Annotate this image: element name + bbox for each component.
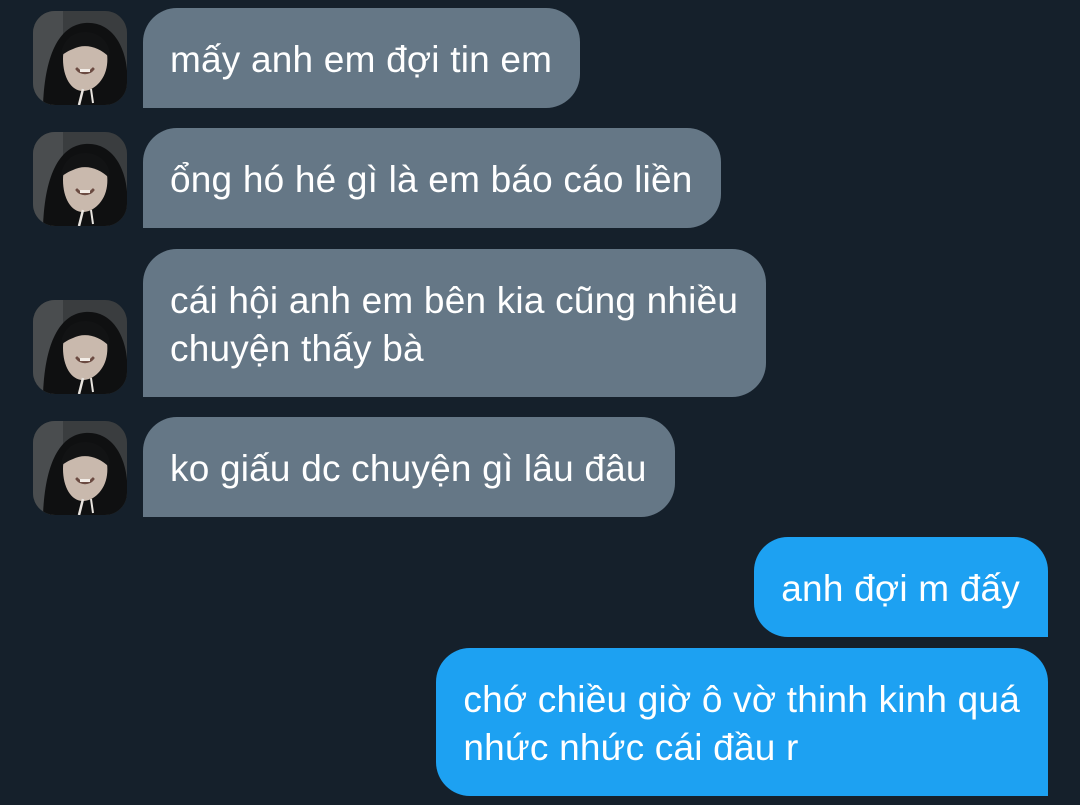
- sender-avatar[interactable]: [33, 11, 127, 105]
- outgoing-message[interactable]: chớ chiều giờ ô vờ thinh kinh quá nhức n…: [436, 648, 1048, 796]
- sender-avatar[interactable]: [33, 421, 127, 515]
- message-thread: mấy anh em đợi tin em ổng hó hé gì là em…: [0, 0, 1080, 805]
- avatar-photo-icon: [33, 300, 127, 394]
- avatar-photo-icon: [33, 132, 127, 226]
- incoming-message[interactable]: ổng hó hé gì là em báo cáo liền: [143, 128, 721, 228]
- message-text: anh đợi m đấy: [781, 568, 1020, 609]
- avatar-photo-icon: [33, 421, 127, 515]
- incoming-message[interactable]: cái hội anh em bên kia cũng nhiều chuyện…: [143, 249, 767, 397]
- incoming-message[interactable]: mấy anh em đợi tin em: [143, 8, 581, 108]
- outgoing-message[interactable]: anh đợi m đấy: [754, 537, 1048, 637]
- sender-avatar[interactable]: [33, 132, 127, 226]
- avatar-photo-icon: [33, 11, 127, 105]
- message-text-line: cái hội anh em bên kia cũng nhiều: [170, 280, 739, 321]
- message-text-line: nhức nhức cái đầu r: [463, 727, 799, 768]
- message-text-line: chuyện thấy bà: [170, 328, 424, 369]
- sender-avatar[interactable]: [33, 300, 127, 394]
- message-text-line: chớ chiều giờ ô vờ thinh kinh quá: [463, 679, 1020, 720]
- message-text: ko giấu dc chuyện gì lâu đâu: [170, 448, 647, 489]
- message-text: ổng hó hé gì là em báo cáo liền: [170, 159, 693, 200]
- message-text: mấy anh em đợi tin em: [170, 39, 553, 80]
- incoming-message[interactable]: ko giấu dc chuyện gì lâu đâu: [143, 417, 675, 517]
